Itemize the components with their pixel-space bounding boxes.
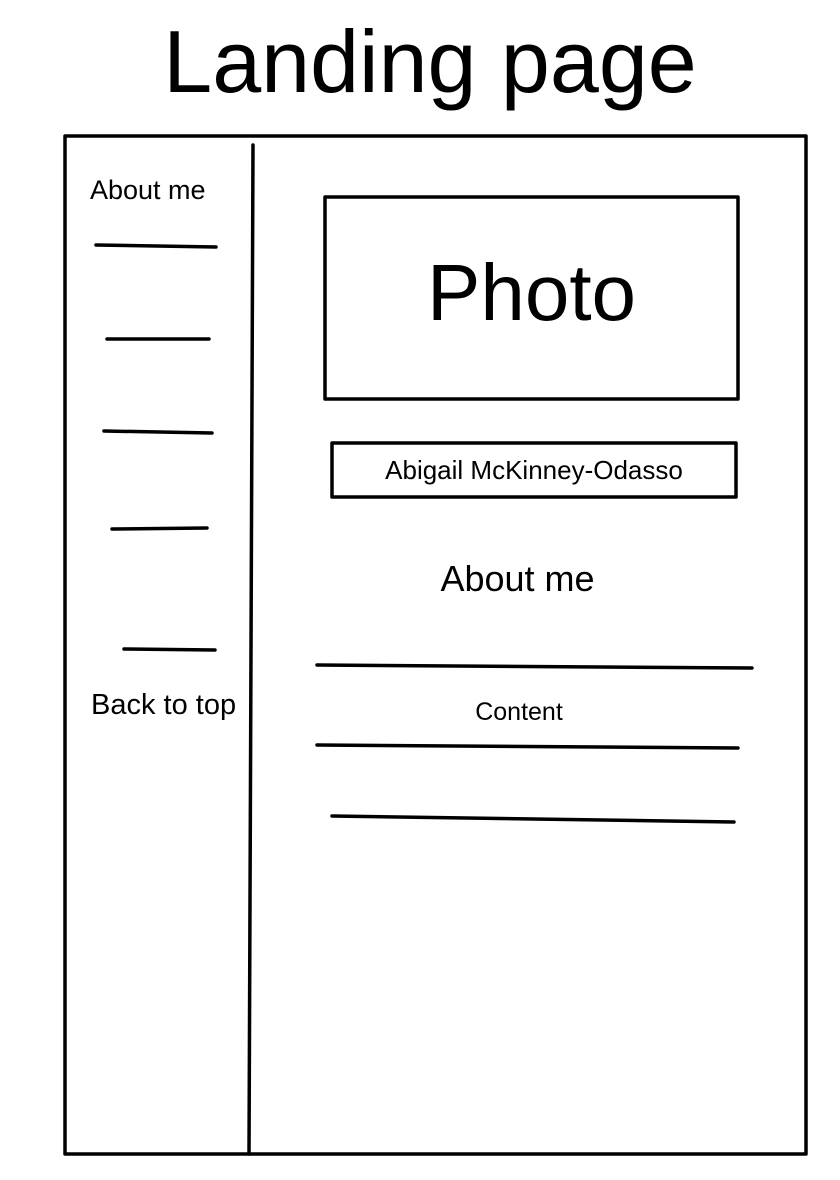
back-to-top-link[interactable]: Back to top: [91, 688, 236, 722]
sidebar-divider: [247, 143, 255, 1156]
sidebar-link-placeholder[interactable]: [110, 526, 209, 531]
sidebar-about-me-link[interactable]: About me: [90, 174, 206, 206]
sidebar-link-placeholder[interactable]: [94, 243, 218, 249]
content-line: [330, 814, 736, 824]
content-divider: [315, 663, 754, 670]
content-line: [315, 743, 740, 750]
photo-placeholder-label: Photo: [426, 248, 637, 337]
name-label: Abigail McKinney-Odasso: [385, 455, 683, 485]
about-me-heading: About me: [440, 558, 595, 599]
sidebar-link-placeholder[interactable]: [122, 647, 217, 652]
sidebar-link-placeholder[interactable]: [102, 429, 214, 435]
content-placeholder-label: Content: [475, 698, 563, 726]
